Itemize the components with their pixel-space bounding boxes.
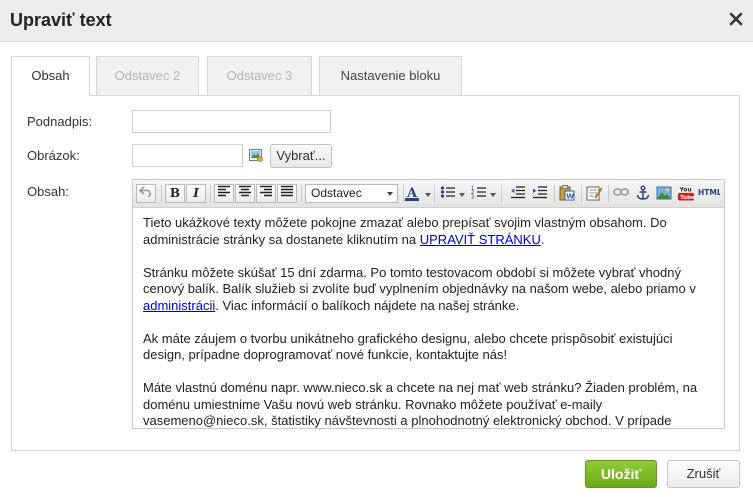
editor-toolbar: B I Odstavec A 123 W You Tube HTML (133, 180, 724, 208)
chevron-down-icon[interactable] (459, 193, 465, 197)
paragraph-text: Stránku môžete skúšať 15 dní zdarma. Po … (143, 264, 696, 297)
outdent-icon[interactable] (508, 184, 528, 203)
align-left-icon[interactable] (214, 184, 234, 203)
undo-icon[interactable] (136, 184, 156, 203)
content-paragraph: Stránku môžete skúšať 15 dní zdarma. Po … (143, 265, 714, 315)
content-paragraph: Tieto ukážkové texty môžete pokojne zmaz… (143, 215, 714, 248)
font-color-icon[interactable]: A (401, 184, 423, 203)
align-center-icon[interactable] (235, 184, 255, 203)
bold-button[interactable]: B (165, 184, 185, 203)
align-justify-icon[interactable] (277, 184, 297, 203)
tab-odstavec-2[interactable]: Odstavec 2 (96, 56, 199, 95)
close-icon[interactable] (727, 10, 745, 28)
tab-nastavenie-bloku[interactable]: Nastavenie bloku (319, 56, 462, 95)
bullet-list-icon[interactable] (438, 184, 458, 203)
tab-odstavec-3[interactable]: Odstavec 3 (207, 56, 312, 95)
content-paragraph: Ak máte záujem o tvorbu unikátneho grafi… (143, 330, 673, 363)
paragraph-text: Tieto ukážkové texty môžete pokojne zmaz… (143, 215, 667, 247)
chevron-down-icon[interactable] (490, 193, 496, 197)
cancel-button[interactable]: Zrušiť (667, 460, 740, 488)
toolbar-separator (161, 185, 162, 202)
image-picker-icon[interactable] (249, 148, 263, 162)
image-label: Obrázok: (27, 148, 80, 163)
subtitle-label: Podnadpis: (27, 114, 93, 129)
paste-word-icon[interactable]: W (557, 184, 577, 203)
svg-text:W: W (566, 193, 574, 201)
rich-text-editor: B I Odstavec A 123 W You Tube HTML Tieto… (132, 179, 725, 429)
paragraph-format-select[interactable]: Odstavec (305, 184, 398, 203)
youtube-icon[interactable]: You Tube (676, 184, 696, 203)
toolbar-separator (501, 185, 502, 202)
svg-text:3: 3 (471, 195, 474, 200)
svg-text:Tube: Tube (680, 195, 694, 201)
indent-icon[interactable] (530, 184, 550, 203)
anchor-icon[interactable] (633, 184, 653, 203)
svg-text:HTML: HTML (698, 188, 720, 197)
toolbar-separator (301, 185, 302, 202)
toolbar-separator (608, 185, 609, 202)
content-paragraph: Máte vlastnú doménu napr. www.nieco.sk a… (143, 380, 698, 428)
italic-button[interactable]: I (186, 184, 206, 203)
edit-source-icon[interactable] (584, 184, 604, 203)
chevron-down-icon[interactable] (425, 193, 431, 197)
browse-button[interactable]: Vybrať... (270, 144, 332, 168)
image-icon[interactable] (654, 184, 674, 203)
image-path-input[interactable] (132, 144, 243, 167)
dialog-titlebar: Upraviť text (0, 0, 753, 42)
svg-text:You: You (679, 187, 692, 194)
link-icon[interactable] (611, 184, 631, 203)
subtitle-input[interactable] (132, 110, 331, 133)
toolbar-separator (581, 185, 582, 202)
numbered-list-icon[interactable]: 123 (469, 184, 489, 203)
toolbar-separator (210, 185, 211, 202)
administration-link[interactable]: administrácii (143, 298, 215, 313)
content-label: Obsah: (27, 184, 69, 199)
edit-page-link[interactable]: UPRAVIŤ STRÁNKU (420, 232, 541, 247)
toolbar-separator (554, 185, 555, 202)
html-icon[interactable]: HTML (697, 184, 722, 203)
paragraph-format-value: Odstavec (311, 186, 362, 200)
align-right-icon[interactable] (256, 184, 276, 203)
dialog-title: Upraviť text (10, 10, 112, 30)
tab-obsah[interactable]: Obsah (11, 56, 90, 96)
paragraph-text: . Viac informácií o balíkoch nájdete na … (215, 297, 520, 313)
toolbar-separator (434, 185, 435, 202)
paragraph-text: . (540, 231, 545, 247)
save-button[interactable]: Uložiť (585, 460, 657, 488)
editor-content-area[interactable]: Tieto ukážkové texty môžete pokojne zmaz… (133, 208, 724, 428)
chevron-down-icon (387, 192, 393, 196)
